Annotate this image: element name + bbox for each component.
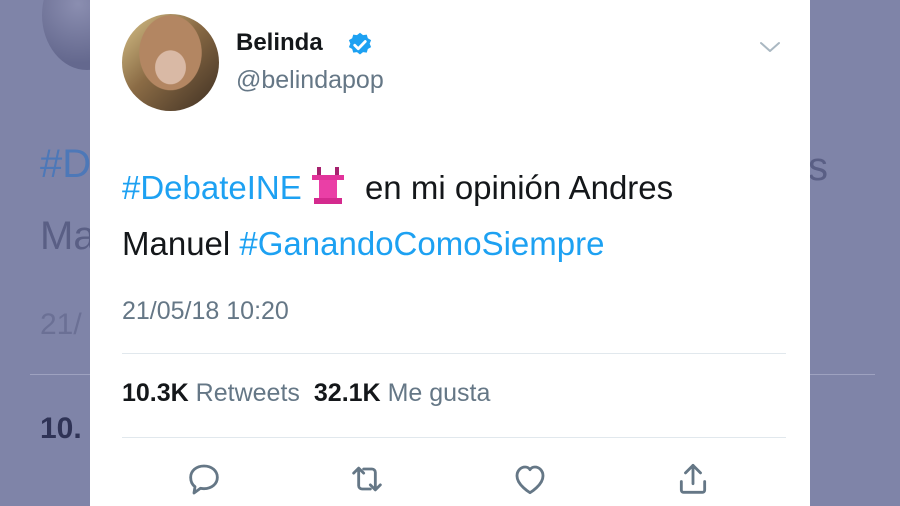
- like-stat[interactable]: 32.1K Me gusta: [314, 379, 491, 407]
- podium-icon: [311, 167, 344, 204]
- background-divider: [30, 374, 90, 375]
- verified-badge-icon: [348, 32, 372, 55]
- retweet-stat[interactable]: 10.3K Retweets: [122, 379, 300, 407]
- background-letter-fragment: s: [808, 145, 828, 189]
- avatar[interactable]: [122, 14, 219, 111]
- tweet-actions: [90, 455, 810, 505]
- divider: [122, 353, 786, 354]
- chevron-down-icon[interactable]: [758, 38, 782, 56]
- tweet-timestamp[interactable]: 21/05/18 10:20: [122, 297, 289, 326]
- like-count: 32.1K: [313, 379, 381, 407]
- background-hashtag-fragment: #D: [40, 142, 92, 186]
- retweet-count: 10.3K: [122, 379, 189, 407]
- hashtag-link[interactable]: #GanandoComoSiempre: [239, 225, 604, 262]
- share-icon[interactable]: [673, 459, 713, 499]
- tweet-text: #DebateINE en mi opinión Andres Manuel #…: [122, 160, 782, 272]
- tweet-card: Belinda @belindapop #DebateINE en mi opi…: [90, 0, 810, 506]
- engagement-stats: 10.3K Retweets 32.1K Me gusta: [122, 379, 490, 408]
- retweet-icon[interactable]: [347, 459, 387, 499]
- author-name[interactable]: Belinda: [236, 29, 323, 57]
- background-count-fragment: 10.: [40, 412, 82, 445]
- author-handle[interactable]: @belindapop: [236, 66, 384, 95]
- heart-icon[interactable]: [510, 459, 550, 499]
- divider: [122, 437, 786, 438]
- like-label: Me gusta: [387, 379, 491, 407]
- retweet-label: Retweets: [195, 379, 300, 407]
- background-date-fragment: 21/: [40, 308, 82, 341]
- hashtag-link[interactable]: #DebateINE: [122, 169, 302, 206]
- background-name-fragment: Ma: [40, 214, 96, 258]
- background-divider: [810, 374, 875, 375]
- reply-icon[interactable]: [184, 459, 224, 499]
